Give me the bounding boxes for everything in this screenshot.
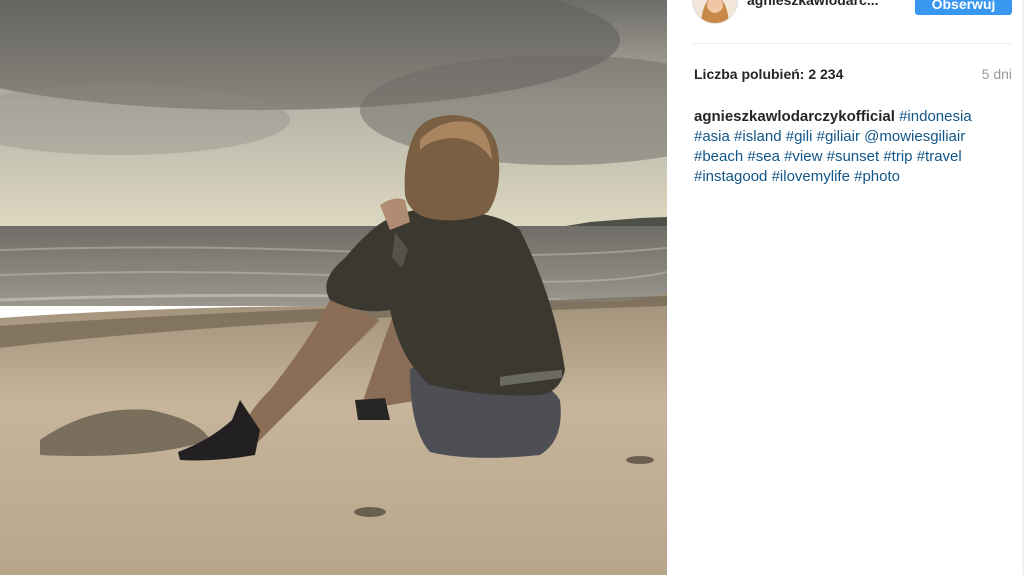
hashtag[interactable]: #view — [784, 148, 822, 165]
hashtag[interactable]: #trip — [883, 148, 912, 165]
avatar[interactable] — [692, 0, 738, 24]
post-age[interactable]: 5 dni — [982, 66, 1012, 82]
likes-row: Liczba polubień: 2 234 5 dni — [694, 66, 1012, 84]
avatar-photo — [693, 0, 737, 23]
follow-button[interactable]: Obserwuj — [915, 0, 1012, 15]
caption: agnieszkawlodarczykofficial #indonesia #… — [694, 107, 1004, 187]
post-header: agnieszkawlodarc... Obserwuj — [667, 0, 1024, 43]
hashtag[interactable]: #island — [734, 128, 782, 145]
hashtag[interactable]: #ilovemylife — [772, 168, 850, 185]
post-side-panel: agnieszkawlodarc... Obserwuj Liczba polu… — [667, 0, 1024, 575]
hashtag[interactable]: #sunset — [827, 148, 880, 165]
post-photo[interactable] — [0, 0, 667, 575]
hashtag[interactable]: #photo — [854, 168, 900, 185]
caption-author[interactable]: agnieszkawlodarczykofficial — [694, 108, 895, 125]
hashtag[interactable]: #beach — [694, 148, 743, 165]
hashtag[interactable]: #gili — [786, 128, 813, 145]
mention[interactable]: @mowiesgiliair — [864, 128, 965, 145]
hashtag[interactable]: #indonesia — [899, 108, 972, 125]
author-username[interactable]: agnieszkawlodarc... — [747, 0, 887, 8]
hashtag[interactable]: #sea — [747, 148, 780, 165]
header-divider — [691, 43, 1012, 44]
likes-count[interactable]: Liczba polubień: 2 234 — [694, 66, 843, 82]
hashtag[interactable]: #instagood — [694, 168, 767, 185]
hashtag[interactable]: #travel — [917, 148, 962, 165]
hashtag[interactable]: #giliair — [817, 128, 860, 145]
hashtag[interactable]: #asia — [694, 128, 730, 145]
